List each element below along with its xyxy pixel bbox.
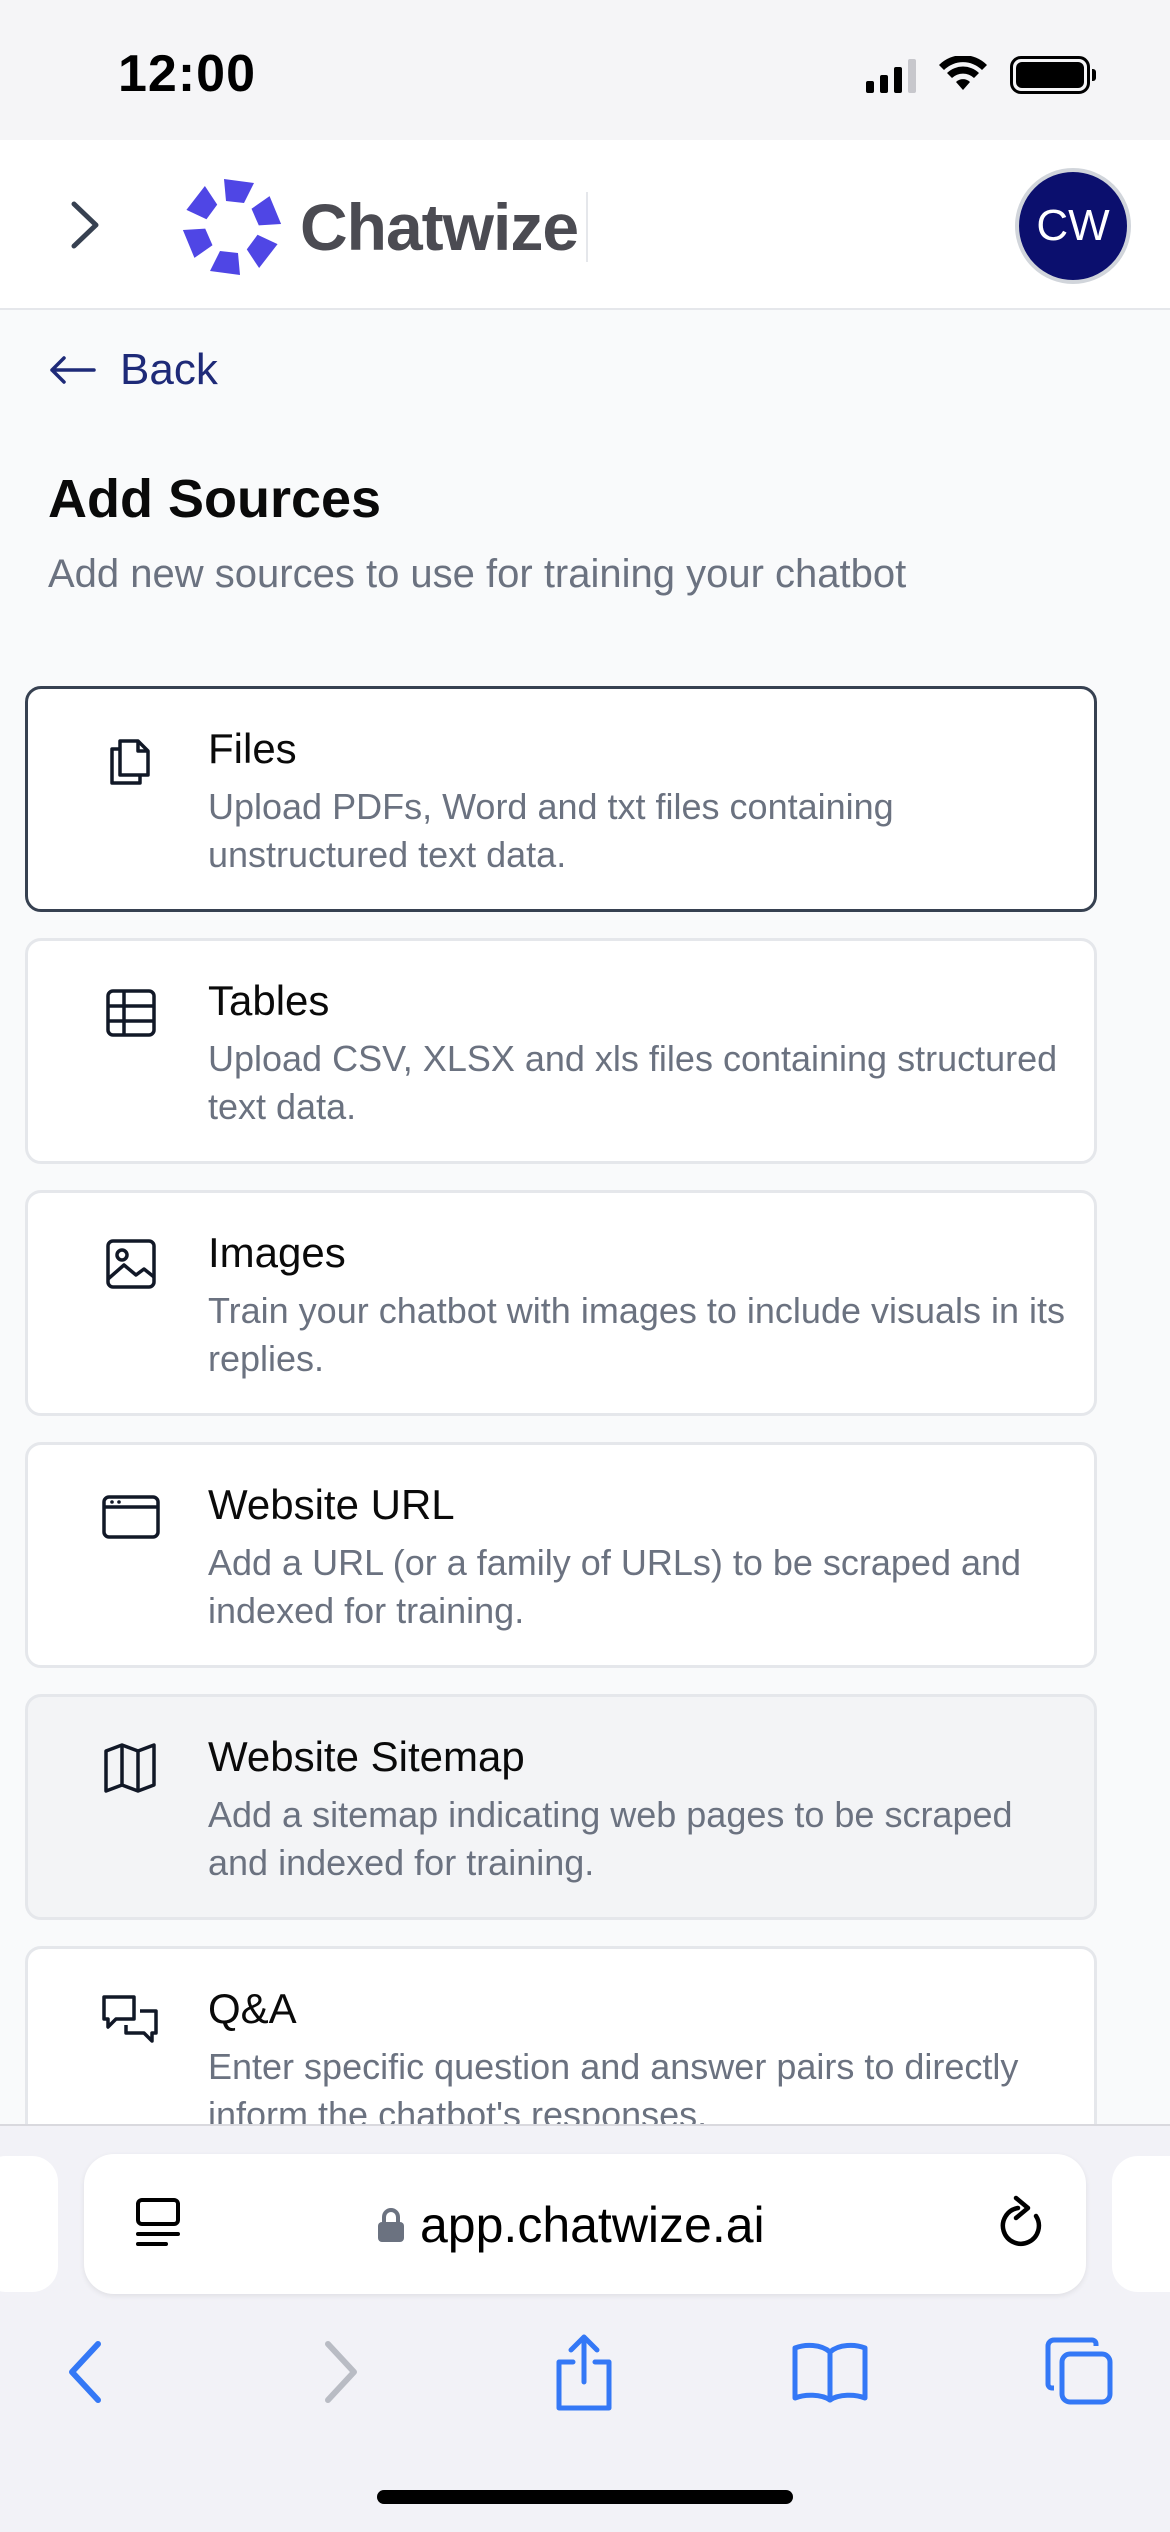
tabs-icon: [1045, 2337, 1113, 2405]
page-subtitle: Add new sources to use for training your…: [48, 552, 907, 596]
lock-icon: [378, 2208, 404, 2242]
header-divider: [586, 192, 589, 262]
card-title: Website Sitemap: [208, 1733, 525, 1780]
card-description: Train your chatbot with images to includ…: [208, 1290, 1066, 1379]
reload-icon[interactable]: [994, 2194, 1050, 2254]
sidebar-toggle-button[interactable]: [50, 190, 120, 260]
files-icon: [110, 739, 150, 785]
chevron-left-icon: [69, 2341, 101, 2403]
image-icon: [106, 1239, 156, 1289]
book-icon: [792, 2342, 868, 2403]
brand-name: Chatwize: [300, 190, 579, 264]
status-time: 12:00: [118, 45, 256, 103]
card-description: Upload CSV, XLSX and xls files containin…: [208, 1038, 1058, 1127]
chevron-right-icon: [325, 2341, 357, 2403]
map-icon: [104, 1743, 156, 1793]
share-icon: [556, 2334, 612, 2411]
app-header: Chatwize CW: [0, 140, 1170, 310]
card-description: Add a URL (or a family of URLs) to be sc…: [208, 1542, 1022, 1631]
source-card-images[interactable]: Images Train your chatbot with images to…: [25, 1190, 1097, 1416]
url-display[interactable]: app.chatwize.ai: [376, 2196, 765, 2254]
card-description: Upload PDFs, Word and txt files containi…: [208, 786, 894, 875]
chevron-right-icon: [71, 201, 99, 249]
source-card-website-sitemap[interactable]: Website Sitemap Add a sitemap indicating…: [25, 1694, 1097, 1920]
browser-toolbar: app.chatwize.ai: [0, 2124, 1170, 2532]
arrow-left-icon: [50, 356, 96, 384]
previous-tab-preview[interactable]: [0, 2156, 58, 2292]
card-title: Website URL: [208, 1481, 455, 1528]
cellular-signal-icon: [866, 57, 916, 93]
browser-nav-toolbar: [0, 2306, 1170, 2436]
source-card-files[interactable]: Files Upload PDFs, Word and txt files co…: [25, 686, 1097, 912]
wifi-icon: [939, 56, 987, 90]
status-bar: 12:00: [0, 0, 1170, 140]
home-indicator: [377, 2490, 793, 2504]
source-card-website-url[interactable]: Website URL Add a URL (or a family of UR…: [25, 1442, 1097, 1668]
address-bar[interactable]: app.chatwize.ai: [84, 2154, 1086, 2294]
next-tab-preview[interactable]: [1112, 2156, 1170, 2292]
card-description: Add a sitemap indicating web pages to be…: [208, 1794, 1013, 1883]
bookmarks-button[interactable]: [790, 2332, 870, 2412]
brand-logo[interactable]: Chatwize: [178, 172, 589, 282]
tabs-button[interactable]: [1040, 2332, 1120, 2412]
status-icons: [866, 56, 1096, 94]
card-title: Images: [208, 1229, 346, 1276]
card-title: Tables: [208, 977, 330, 1024]
table-icon: [106, 989, 156, 1037]
user-avatar[interactable]: CW: [1015, 168, 1131, 284]
browser-forward-button[interactable]: [300, 2332, 380, 2412]
url-text: app.chatwize.ai: [420, 2197, 765, 2253]
page-title: Add Sources: [48, 469, 382, 529]
page-menu-icon[interactable]: [130, 2194, 186, 2254]
battery-icon: [1010, 56, 1096, 94]
chatwize-logo-icon: [182, 179, 282, 275]
chat-bubbles-icon: [102, 1995, 158, 2043]
card-title: Q&A: [208, 1985, 297, 2032]
card-title: Files: [208, 725, 297, 772]
source-list: Files Upload PDFs, Word and txt files co…: [25, 686, 1097, 2198]
back-link[interactable]: Back: [48, 345, 218, 395]
share-button[interactable]: [544, 2332, 624, 2412]
back-label: Back: [120, 345, 218, 394]
browser-window-icon: [102, 1495, 160, 1539]
source-card-tables[interactable]: Tables Upload CSV, XLSX and xls files co…: [25, 938, 1097, 1164]
browser-back-button[interactable]: [46, 2332, 126, 2412]
